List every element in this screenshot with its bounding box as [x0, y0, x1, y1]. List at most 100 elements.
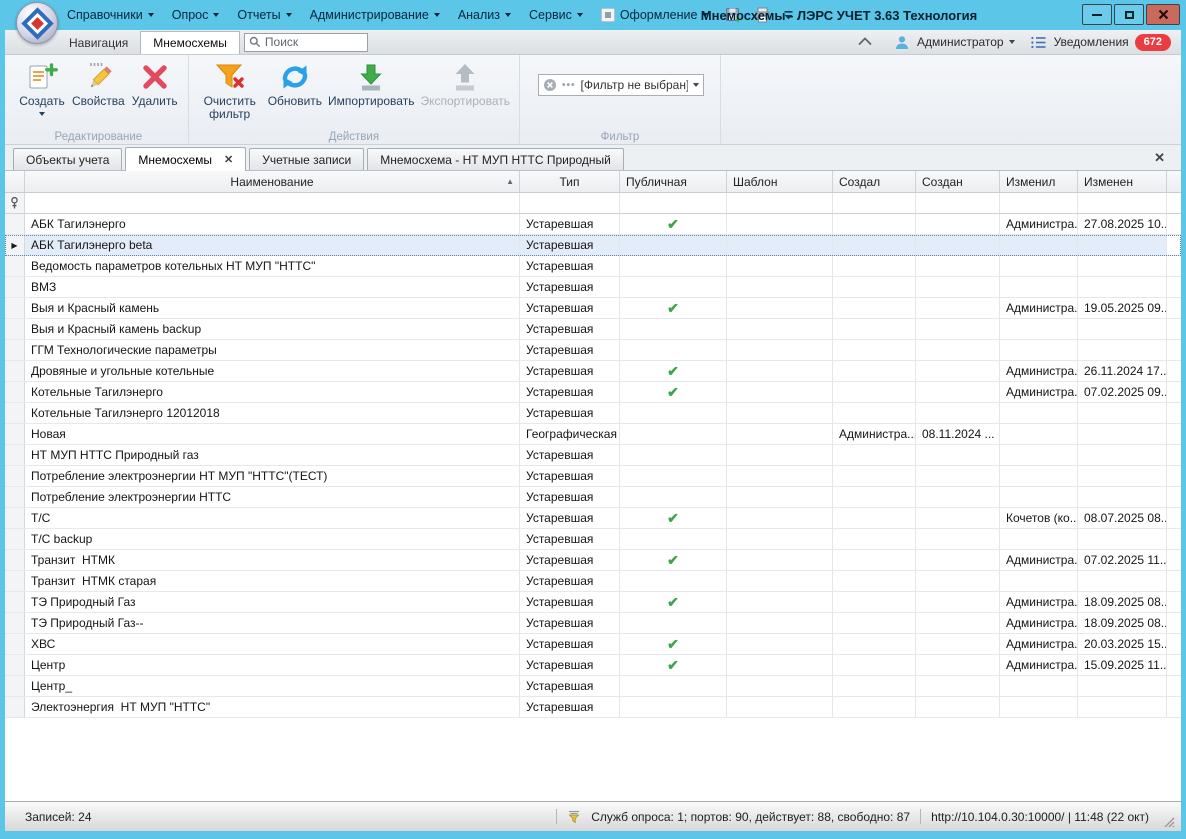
table-row[interactable]: ГГМ Технологические параметрыУстаревшая	[5, 340, 1181, 361]
cell-name: Выя и Красный камень	[25, 298, 520, 318]
table-row[interactable]: ЦентрУстаревшая✔Администра...15.09.2025 …	[5, 655, 1181, 676]
cell-created	[916, 361, 1000, 381]
table-row[interactable]: Выя и Красный каменьУстаревшая✔Администр…	[5, 298, 1181, 319]
table-row[interactable]: НТ МУП НТТС Природный газУстаревшая	[5, 445, 1181, 466]
refresh-button[interactable]: Обновить	[265, 58, 325, 111]
cell-type: Устаревшая	[520, 571, 620, 591]
ribbon-tab-mnemoschemes[interactable]: Мнемосхемы	[140, 31, 240, 54]
doc-tab-mnemoscheme-nt[interactable]: Мнемосхема - НТ МУП НТТС Природный	[367, 148, 624, 170]
cell-modified: 26.11.2024 17...	[1078, 361, 1167, 381]
table-row[interactable]: Т/С backupУстаревшая	[5, 529, 1181, 550]
filter-pin-icon	[10, 197, 19, 209]
resize-grip[interactable]	[1163, 816, 1175, 828]
row-indicator	[5, 592, 25, 612]
doc-tab-accounts[interactable]: Учетные записи	[249, 148, 364, 170]
ribbon-tab-navigation[interactable]: Навигация	[57, 31, 140, 54]
user-menu[interactable]: Администратор	[917, 35, 1015, 49]
table-row[interactable]: Т/СУстаревшая✔Кочетов (ко...08.07.2025 0…	[5, 508, 1181, 529]
table-row[interactable]: Потребление электроэнергии НТТСУстаревша…	[5, 487, 1181, 508]
cell-type: Устаревшая	[520, 235, 620, 255]
notifications-button[interactable]: Уведомления 672	[1054, 34, 1171, 51]
row-indicator	[5, 550, 25, 570]
menu-label: Опрос	[172, 8, 209, 22]
cell-type: Устаревшая	[520, 403, 620, 423]
doc-tab-mnemoschemes[interactable]: Мнемосхемы ✕	[125, 147, 246, 171]
table-row[interactable]: ТЭ Природный Газ--УстаревшаяАдминистра..…	[5, 613, 1181, 634]
clear-filter-button[interactable]: Очистить фильтр	[195, 58, 265, 124]
cell-created	[916, 466, 1000, 486]
filter-cell-created-by[interactable]	[833, 193, 916, 213]
table-row[interactable]: Ведомость параметров котельных НТ МУП "Н…	[5, 256, 1181, 277]
maximize-button[interactable]	[1114, 4, 1144, 25]
menu-analysis[interactable]: Анализ	[449, 0, 520, 30]
filter-cell-created[interactable]	[916, 193, 1000, 213]
header-created-by[interactable]: Создал	[833, 171, 916, 192]
import-button[interactable]: Импортировать	[325, 58, 417, 111]
filter-cell-modified[interactable]	[1078, 193, 1167, 213]
cell-type: Устаревшая	[520, 298, 620, 318]
filter-cell-public[interactable]	[620, 193, 727, 213]
table-row[interactable]: Котельные ТагилэнергоУстаревшая✔Админист…	[5, 382, 1181, 403]
header-public[interactable]: Публичная	[620, 171, 727, 192]
table-row[interactable]: ВМЗУстаревшая	[5, 277, 1181, 298]
clear-filter-circle-icon[interactable]	[543, 78, 557, 92]
minimize-button[interactable]	[1082, 4, 1112, 25]
table-row[interactable]: Центр_Устаревшая	[5, 676, 1181, 697]
menu-directories[interactable]: Справочники	[58, 0, 163, 30]
cell-modified: 27.08.2025 10...	[1078, 214, 1167, 234]
cell-modified: 18.09.2025 08...	[1078, 613, 1167, 633]
menu-label: Анализ	[458, 8, 500, 22]
table-row[interactable]: Электоэнергия НТ МУП "НТТС"Устаревшая	[5, 697, 1181, 718]
filter-combobox[interactable]: ••• [Фильтр не выбран]	[538, 74, 704, 96]
menu-reports[interactable]: Отчеты	[228, 0, 300, 30]
table-row[interactable]: АБК ТагилэнергоУстаревшая✔Администра...2…	[5, 214, 1181, 235]
panel-close-button[interactable]: ✕	[1154, 150, 1165, 166]
doc-tab-objects[interactable]: Объекты учета	[13, 148, 122, 170]
header-created[interactable]: Создан	[916, 171, 1000, 192]
header-label: Создал	[839, 175, 880, 189]
cell-created-by	[833, 298, 916, 318]
collapse-ribbon-button[interactable]	[857, 33, 873, 51]
table-row[interactable]: Транзит НТМКУстаревшая✔Администра...07.0…	[5, 550, 1181, 571]
table-row[interactable]: Дровяные и угольные котельныеУстаревшая✔…	[5, 361, 1181, 382]
records-count: Записей: 24	[25, 810, 92, 824]
filter-cell-modified-by[interactable]	[1000, 193, 1078, 213]
menu-service[interactable]: Сервис	[520, 0, 592, 30]
header-modified-by[interactable]: Изменил	[1000, 171, 1078, 192]
filter-cell-template[interactable]	[727, 193, 833, 213]
cell-public	[620, 676, 727, 696]
create-button[interactable]: Создать	[15, 58, 69, 119]
menu-appearance[interactable]: Оформление	[592, 0, 718, 30]
cell-modified: 07.02.2025 11...	[1078, 550, 1167, 570]
cell-template	[727, 613, 833, 633]
table-row[interactable]: Транзит НТМК стараяУстаревшая	[5, 571, 1181, 592]
header-modified[interactable]: Изменен	[1078, 171, 1167, 192]
properties-button[interactable]: Свойства	[69, 58, 128, 111]
tab-close-icon[interactable]: ✕	[224, 153, 233, 166]
cell-type: Устаревшая	[520, 655, 620, 675]
table-row[interactable]: ▶АБК Тагилэнерго betaУстаревшая	[5, 235, 1181, 256]
delete-button[interactable]: Удалить	[128, 58, 182, 111]
close-button[interactable]	[1146, 4, 1180, 25]
table-row[interactable]: Выя и Красный камень backupУстаревшая	[5, 319, 1181, 340]
header-template[interactable]: Шаблон	[727, 171, 833, 192]
header-type[interactable]: Тип	[520, 171, 620, 192]
table-row[interactable]: ХВСУстаревшая✔Администра...20.03.2025 15…	[5, 634, 1181, 655]
table-row[interactable]: Котельные Тагилэнерго 12012018Устаревшая	[5, 403, 1181, 424]
menu-administration[interactable]: Администрирование	[301, 0, 449, 30]
header-name[interactable]: Наименование▲	[25, 171, 520, 192]
cell-public: ✔	[620, 382, 727, 402]
table-row[interactable]: НоваяГеографическаяАдминистра...08.11.20…	[5, 424, 1181, 445]
search-input[interactable]	[265, 35, 363, 49]
cell-modified-by	[1000, 424, 1078, 444]
filter-cell-name[interactable]	[25, 193, 520, 213]
cell-template	[727, 571, 833, 591]
cell-modified-by: Администра...	[1000, 592, 1078, 612]
title-bar: Справочники Опрос Отчеты Администрирован…	[0, 0, 1186, 30]
table-row[interactable]: ТЭ Природный ГазУстаревшая✔Администра...…	[5, 592, 1181, 613]
export-button[interactable]: Экспортировать	[417, 58, 513, 111]
cell-public: ✔	[620, 655, 727, 675]
table-row[interactable]: Потребление электроэнергии НТ МУП "НТТС"…	[5, 466, 1181, 487]
filter-cell-type[interactable]	[520, 193, 620, 213]
menu-poll[interactable]: Опрос	[163, 0, 229, 30]
